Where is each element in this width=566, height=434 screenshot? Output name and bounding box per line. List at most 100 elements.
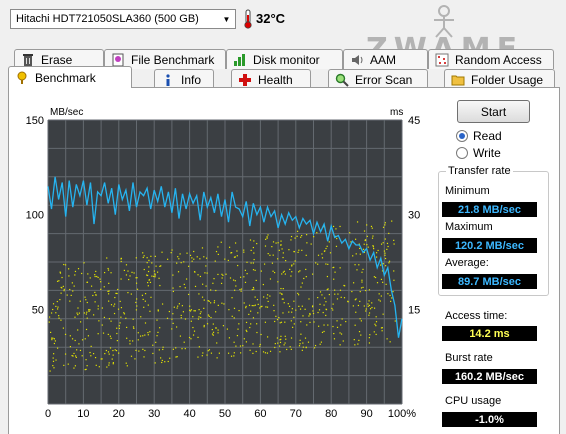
access-time-point bbox=[120, 307, 123, 309]
access-time-point bbox=[137, 339, 139, 341]
access-time-point bbox=[74, 274, 76, 276]
access-time-point bbox=[51, 339, 53, 341]
tab-benchmark[interactable]: Benchmark bbox=[8, 66, 132, 88]
access-time-point bbox=[136, 305, 138, 307]
write-radio-dot[interactable] bbox=[456, 147, 468, 159]
access-time-point bbox=[318, 325, 320, 327]
access-time-point bbox=[236, 255, 238, 257]
access-time-point bbox=[333, 338, 336, 340]
access-time-point bbox=[176, 307, 178, 309]
access-time-point bbox=[250, 323, 252, 325]
access-time-point bbox=[319, 343, 321, 345]
access-time-point bbox=[256, 242, 258, 245]
access-time-point bbox=[86, 365, 88, 367]
access-time-point bbox=[111, 358, 113, 360]
access-time-point bbox=[108, 300, 110, 302]
access-time-point bbox=[154, 362, 156, 364]
access-time-point bbox=[94, 274, 96, 276]
access-time-point bbox=[379, 300, 381, 302]
access-time-point bbox=[237, 328, 239, 330]
access-time-point bbox=[299, 308, 302, 310]
access-time-point bbox=[83, 312, 86, 314]
access-time-point bbox=[331, 307, 333, 310]
access-time-point bbox=[110, 272, 112, 274]
access-time-point bbox=[234, 256, 236, 258]
access-time-point bbox=[304, 308, 306, 310]
access-time-point bbox=[245, 329, 247, 331]
access-time-point bbox=[375, 321, 378, 323]
access-time-point bbox=[300, 333, 302, 335]
access-time-point bbox=[158, 277, 160, 279]
write-radio[interactable]: Write bbox=[456, 146, 501, 160]
access-time-point bbox=[188, 265, 190, 267]
right-axis-label: ms bbox=[390, 107, 403, 118]
access-time-point bbox=[110, 337, 112, 339]
access-time-point bbox=[152, 344, 154, 346]
access-time-point bbox=[294, 260, 296, 262]
access-time-point bbox=[315, 262, 317, 264]
access-time-point bbox=[159, 327, 161, 329]
access-time-point bbox=[142, 298, 144, 301]
access-time-point bbox=[252, 246, 254, 249]
access-time-point bbox=[148, 266, 150, 268]
access-time-point bbox=[115, 292, 117, 295]
access-time-point bbox=[68, 275, 70, 277]
read-radio-dot[interactable] bbox=[456, 130, 468, 142]
access-time-point bbox=[305, 276, 307, 278]
access-time-point bbox=[308, 298, 310, 300]
access-time-point bbox=[135, 309, 138, 311]
access-time-point bbox=[233, 341, 235, 343]
access-time-point bbox=[280, 240, 282, 242]
access-time-point bbox=[98, 366, 100, 368]
access-time-point bbox=[368, 337, 370, 339]
access-time-point bbox=[291, 311, 293, 313]
access-time-point bbox=[129, 343, 131, 345]
access-time-point bbox=[257, 303, 259, 305]
access-time-point bbox=[384, 222, 386, 224]
access-time-point bbox=[126, 326, 128, 329]
access-time-point bbox=[217, 332, 219, 334]
access-time-point bbox=[100, 288, 102, 290]
access-time-point bbox=[325, 247, 327, 250]
access-time-point bbox=[197, 336, 199, 339]
access-time-point bbox=[265, 238, 267, 240]
access-time-point bbox=[198, 309, 200, 311]
access-time-point bbox=[339, 267, 341, 269]
access-time-point bbox=[64, 264, 67, 266]
access-time-point bbox=[378, 299, 380, 301]
access-time-point bbox=[92, 353, 95, 355]
access-time-point bbox=[203, 299, 205, 301]
access-time-point bbox=[171, 249, 173, 251]
access-time-point bbox=[365, 310, 367, 312]
access-time-point bbox=[101, 307, 103, 309]
access-time-point bbox=[334, 293, 336, 295]
access-time-point bbox=[264, 245, 267, 247]
access-time-point bbox=[56, 347, 59, 349]
access-time-point bbox=[328, 241, 330, 243]
access-time-point bbox=[97, 305, 99, 307]
x-tick-label: 40 bbox=[183, 408, 195, 420]
access-time-point bbox=[363, 230, 366, 232]
access-time-point bbox=[144, 293, 147, 295]
access-time-point bbox=[71, 338, 74, 340]
access-time-point bbox=[293, 263, 295, 265]
access-time-point bbox=[262, 283, 264, 286]
access-time-point bbox=[254, 269, 256, 271]
access-time-point bbox=[267, 294, 269, 296]
access-time-point bbox=[85, 359, 87, 361]
read-radio[interactable]: Read bbox=[456, 129, 502, 143]
access-time-point bbox=[382, 263, 384, 265]
access-time-point bbox=[290, 275, 292, 277]
access-time-point bbox=[323, 330, 325, 333]
start-button[interactable]: Start bbox=[457, 100, 530, 123]
access-time-point bbox=[108, 290, 110, 292]
access-time-point bbox=[245, 341, 247, 343]
access-time-point bbox=[358, 330, 361, 333]
access-time-point bbox=[332, 303, 334, 305]
access-time-point bbox=[382, 226, 385, 228]
access-time-point bbox=[293, 300, 295, 302]
access-time-point bbox=[210, 302, 212, 304]
access-time-point bbox=[372, 246, 375, 248]
access-time-point bbox=[282, 256, 284, 259]
access-time-point bbox=[193, 330, 196, 332]
